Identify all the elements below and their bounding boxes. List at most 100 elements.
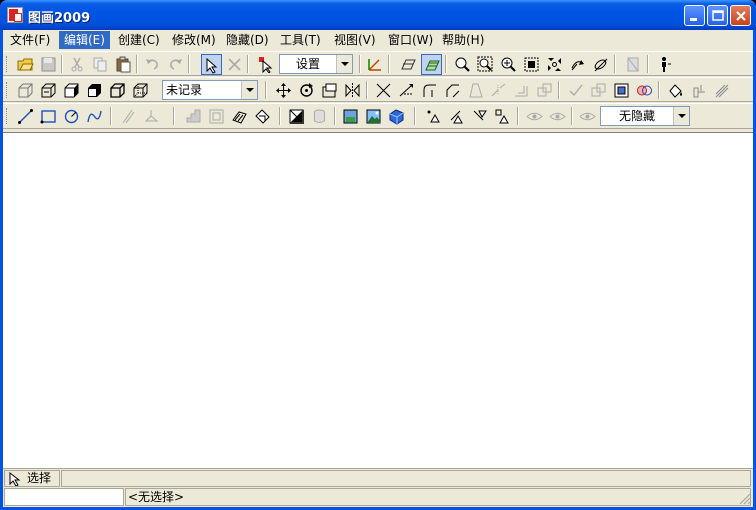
break-button[interactable] (488, 80, 509, 101)
undo-button[interactable] (142, 54, 163, 75)
paste-button[interactable] (113, 54, 134, 75)
app-icon[interactable] (7, 7, 23, 23)
snap-mid-button[interactable] (469, 106, 490, 127)
view-grid-button[interactable] (421, 54, 442, 75)
loft-button[interactable] (252, 106, 273, 127)
menu-file[interactable]: 文件(F) (5, 31, 55, 49)
curve-button[interactable] (84, 106, 105, 127)
close-button[interactable] (730, 5, 751, 26)
cube-hidden-button[interactable] (38, 80, 59, 101)
revolve-button[interactable] (141, 106, 162, 127)
separator (173, 107, 175, 125)
stair-button[interactable] (183, 106, 204, 127)
offset-icon (515, 86, 528, 97)
fillet-button[interactable] (419, 80, 440, 101)
texture-button[interactable] (711, 80, 732, 101)
solid-render-button[interactable] (386, 106, 407, 127)
person-icon (662, 57, 671, 72)
menu-edit[interactable]: 编辑(E) (59, 31, 110, 49)
pick-settings-button[interactable] (255, 54, 276, 75)
mirror-button[interactable] (342, 80, 363, 101)
resize-grip-icon[interactable] (739, 493, 751, 505)
open-button[interactable] (15, 54, 36, 75)
snap-center-button[interactable] (492, 106, 513, 127)
walk-button[interactable] (654, 54, 675, 75)
rotate-view-button[interactable] (567, 54, 588, 75)
zoom-window-button[interactable] (475, 54, 496, 75)
zoom-extents-button[interactable] (521, 54, 542, 75)
view-front-button[interactable] (286, 106, 307, 127)
light-button[interactable] (688, 80, 709, 101)
menu-create[interactable]: 创建(C) (113, 31, 165, 49)
view-iso-button[interactable] (309, 106, 330, 127)
copy-button[interactable] (90, 54, 111, 75)
cube-solid-button[interactable] (84, 80, 105, 101)
axis-button[interactable] (364, 54, 385, 75)
cube-wire-button[interactable] (15, 80, 36, 101)
chevron-down-icon[interactable] (241, 81, 257, 99)
show-all-button[interactable] (547, 106, 568, 127)
trim-button[interactable] (465, 80, 486, 101)
rotate-button[interactable] (296, 80, 317, 101)
delete-button[interactable] (224, 54, 245, 75)
hide-combo[interactable]: 无隐藏 (600, 106, 690, 126)
view-plane-button[interactable] (398, 54, 419, 75)
union-button[interactable] (588, 80, 609, 101)
drawing-canvas[interactable] (3, 132, 753, 468)
render-image-button[interactable] (340, 106, 361, 127)
menu-help[interactable]: 帮助(H) (437, 31, 489, 49)
maximize-button[interactable] (707, 5, 728, 26)
menu-tools[interactable]: 工具(T) (275, 31, 326, 49)
circle-button[interactable] (61, 106, 82, 127)
snap-point-button[interactable] (423, 106, 444, 127)
array-button[interactable] (534, 80, 555, 101)
chevron-down-icon[interactable] (336, 55, 352, 73)
zoom-in-button[interactable] (452, 54, 473, 75)
save-button[interactable] (38, 54, 59, 75)
cube-edge-button[interactable] (130, 80, 151, 101)
menu-window[interactable]: 窗口(W) (383, 31, 438, 49)
snap-end-button[interactable] (446, 106, 467, 127)
cube-shaded-button[interactable] (61, 80, 82, 101)
minimize-button[interactable] (684, 5, 705, 26)
landscape-button[interactable] (363, 106, 384, 127)
chamfer-button[interactable] (442, 80, 463, 101)
command-input[interactable] (61, 470, 751, 487)
extrude-button[interactable] (118, 106, 139, 127)
record-combo[interactable]: 未记录 (162, 80, 258, 100)
toolbar-grip[interactable] (6, 56, 9, 72)
extend-button[interactable] (396, 80, 417, 101)
zoom-plus-button[interactable] (498, 54, 519, 75)
status-input[interactable] (4, 488, 124, 506)
scale-button[interactable] (319, 80, 340, 101)
select-tool-button[interactable] (201, 54, 222, 75)
check-button[interactable] (565, 80, 586, 101)
intersect-button[interactable] (373, 80, 394, 101)
settings-combo[interactable]: 设置 (279, 54, 353, 74)
rectangle-button[interactable] (38, 106, 59, 127)
hide-button[interactable] (577, 106, 598, 127)
material-button[interactable] (665, 80, 686, 101)
orbit-button[interactable] (590, 54, 611, 75)
offset-button[interactable] (511, 80, 532, 101)
sweep-button[interactable] (229, 106, 250, 127)
menu-view[interactable]: 视图(V) (329, 31, 381, 49)
chevron-down-icon[interactable] (673, 107, 689, 125)
move-button[interactable] (273, 80, 294, 101)
cube-outline-button[interactable] (107, 80, 128, 101)
toolbar-grip[interactable] (6, 82, 9, 98)
menu-hide[interactable]: 隐藏(D) (221, 31, 274, 49)
break-icon (491, 83, 506, 97)
subtract-button[interactable] (611, 80, 632, 101)
show-button[interactable] (524, 106, 545, 127)
frame-button[interactable] (206, 106, 227, 127)
redo-button[interactable] (165, 54, 186, 75)
pan-button[interactable] (544, 54, 565, 75)
title-bar[interactable]: 图画2009 (0, 0, 756, 30)
render-off-button[interactable] (623, 54, 644, 75)
line-button[interactable] (15, 106, 36, 127)
toolbar-grip[interactable] (6, 108, 9, 124)
menu-modify[interactable]: 修改(M) (167, 31, 221, 49)
cut-button[interactable] (67, 54, 88, 75)
boolean-button[interactable] (634, 80, 655, 101)
